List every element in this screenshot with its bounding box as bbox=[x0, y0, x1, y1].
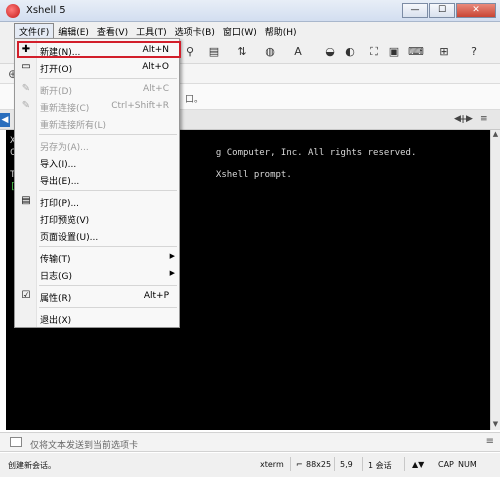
menu-item-label: 退出(X) bbox=[40, 316, 72, 326]
status-divider bbox=[290, 457, 291, 471]
menu-item-exit[interactable]: 退出(X) bbox=[15, 309, 179, 327]
menu-item-print[interactable]: ▤ 打印(P)... bbox=[15, 192, 179, 210]
print-icon[interactable]: ▤ bbox=[206, 45, 222, 59]
menu-separator bbox=[39, 190, 177, 191]
menu-item-label: 打开(O) bbox=[40, 65, 73, 75]
xshell-logo-icon bbox=[6, 3, 20, 18]
disconnect-icon: ✎ bbox=[21, 83, 31, 94]
reconnect-icon: ✎ bbox=[21, 100, 31, 111]
highlight-box bbox=[17, 41, 181, 58]
tab-scroll-left-icon[interactable]: ◀ bbox=[0, 113, 10, 127]
menu-separator bbox=[39, 78, 177, 79]
menu-tools[interactable]: 工具(T) bbox=[132, 24, 171, 39]
xftp-icon[interactable]: ◒ bbox=[322, 45, 338, 59]
scroll-icon: ▲▼ bbox=[412, 460, 425, 469]
status-divider bbox=[404, 457, 405, 471]
properties-icon: ☑ bbox=[21, 290, 31, 301]
menu-item-label: 另存为(A)... bbox=[40, 143, 89, 153]
status-size: 88x25 bbox=[306, 460, 332, 469]
menu-item-disconnect: ✎ 断开(D) Alt+C bbox=[15, 80, 179, 98]
status-cursor: 5,9 bbox=[340, 460, 353, 469]
menu-item-export[interactable]: 导出(E)... bbox=[15, 170, 179, 188]
menu-item-shortcut: Ctrl+Shift+R bbox=[111, 101, 169, 111]
fullscreen-icon[interactable]: ⛶ bbox=[366, 45, 382, 59]
menu-item-label: 导入(I)... bbox=[40, 160, 77, 170]
menu-edit[interactable]: 编辑(E) bbox=[54, 24, 93, 39]
menu-item-label: 断开(D) bbox=[40, 87, 72, 97]
window-title: Xshell 5 bbox=[26, 5, 66, 16]
menu-file[interactable]: 文件(F) bbox=[14, 22, 55, 40]
compose-icon[interactable] bbox=[10, 437, 22, 447]
menu-item-label: 重新连接所有(L) bbox=[40, 121, 107, 131]
status-sessions: 1 会话 bbox=[368, 461, 392, 470]
new-tab-icon[interactable]: ⊞ bbox=[436, 45, 452, 59]
menu-item-label: 导出(E)... bbox=[40, 177, 80, 187]
menu-window[interactable]: 窗口(W) bbox=[219, 24, 261, 39]
menu-item-transfer[interactable]: 传输(T) ▶ bbox=[15, 248, 179, 266]
submenu-arrow-icon: ▶ bbox=[169, 269, 175, 277]
menu-separator bbox=[39, 134, 177, 135]
window-controls: — ☐ ✕ bbox=[401, 3, 496, 18]
globe-icon[interactable]: ◍ bbox=[262, 45, 278, 59]
compose-bar: 仅将文本发送到当前选项卡 ≡ bbox=[0, 432, 500, 452]
help-icon[interactable]: ? bbox=[466, 45, 482, 59]
tab-menu-icon[interactable]: ≡ bbox=[480, 114, 488, 124]
menu-item-shortcut: Alt+O bbox=[142, 62, 169, 72]
status-message: 创建新会话。 bbox=[8, 461, 56, 470]
file-menu-dropdown: ✚ 新建(N)... Alt+N ▭ 打开(O) Alt+O ✎ 断开(D) A… bbox=[14, 38, 181, 328]
menu-item-reconnect: ✎ 重新连接(C) Ctrl+Shift+R bbox=[15, 97, 179, 115]
status-divider bbox=[334, 457, 335, 471]
menu-item-shortcut: Alt+C bbox=[142, 84, 169, 94]
menu-item-label: 打印(P)... bbox=[40, 199, 80, 209]
tip-text: 口。 bbox=[185, 95, 204, 105]
menu-item-reconnect-all: 重新连接所有(L) bbox=[15, 114, 179, 132]
close-button[interactable]: ✕ bbox=[456, 3, 496, 18]
printer-icon: ▤ bbox=[21, 195, 31, 206]
search-icon[interactable]: ⚲ bbox=[182, 45, 198, 59]
size-icon: ⌐ bbox=[296, 460, 303, 469]
scroll-up-icon[interactable]: ▲ bbox=[491, 130, 500, 140]
menu-separator bbox=[39, 307, 177, 308]
status-num: NUM bbox=[458, 460, 477, 469]
menu-item-import[interactable]: 导入(I)... bbox=[15, 153, 179, 171]
keyboard-icon[interactable]: ⌨ bbox=[408, 45, 424, 59]
menu-item-page-setup[interactable]: 页面设置(U)... bbox=[15, 226, 179, 244]
menu-item-open[interactable]: ▭ 打开(O) Alt+O bbox=[15, 58, 179, 76]
status-caps: CAP bbox=[438, 460, 454, 469]
status-divider bbox=[362, 457, 363, 471]
menu-separator bbox=[39, 246, 177, 247]
status-bar: 创建新会话。 xterm ⌐ 88x25 5,9 1 会话 ▲▼ CAP NUM bbox=[0, 453, 500, 477]
menu-item-save-as: 另存为(A)... bbox=[15, 136, 179, 154]
menu-help[interactable]: 帮助(H) bbox=[261, 24, 301, 39]
menu-item-label: 传输(T) bbox=[40, 255, 71, 265]
transfer-icon[interactable]: ⇅ bbox=[234, 45, 250, 59]
status-term: xterm bbox=[260, 460, 284, 469]
menu-item-label: 打印预览(V) bbox=[40, 216, 90, 226]
menu-item-print-preview[interactable]: 打印预览(V) bbox=[15, 209, 179, 227]
terminal-scrollbar[interactable]: ▲ ▼ bbox=[490, 130, 500, 430]
menu-separator bbox=[39, 285, 177, 286]
lock-icon[interactable]: ▣ bbox=[386, 45, 402, 59]
submenu-arrow-icon: ▶ bbox=[169, 252, 175, 260]
open-folder-icon: ▭ bbox=[21, 61, 31, 72]
menu-item-label: 重新连接(C) bbox=[40, 104, 90, 114]
title-bar: Xshell 5 — ☐ ✕ bbox=[0, 0, 500, 22]
add-tab-icon[interactable]: + bbox=[458, 112, 468, 126]
menu-item-label: 页面设置(U)... bbox=[40, 233, 99, 243]
compose-input[interactable]: 仅将文本发送到当前选项卡 bbox=[30, 438, 138, 451]
maximize-button[interactable]: ☐ bbox=[429, 3, 455, 18]
menu-item-properties[interactable]: ☑ 属性(R) Alt+P bbox=[15, 287, 179, 305]
menu-view[interactable]: 查看(V) bbox=[93, 24, 132, 39]
menu-item-label: 属性(R) bbox=[40, 294, 72, 304]
color-scheme-icon[interactable]: ◐ bbox=[342, 45, 358, 59]
font-icon[interactable]: A bbox=[290, 45, 306, 59]
compose-menu-icon[interactable]: ≡ bbox=[486, 436, 494, 447]
menu-item-shortcut: Alt+P bbox=[143, 291, 169, 301]
minimize-button[interactable]: — bbox=[402, 3, 428, 18]
menu-item-log[interactable]: 日志(G) ▶ bbox=[15, 265, 179, 283]
scroll-down-icon[interactable]: ▼ bbox=[491, 420, 500, 430]
menu-item-label: 日志(G) bbox=[40, 272, 72, 282]
menu-tab[interactable]: 选项卡(B) bbox=[171, 24, 219, 39]
